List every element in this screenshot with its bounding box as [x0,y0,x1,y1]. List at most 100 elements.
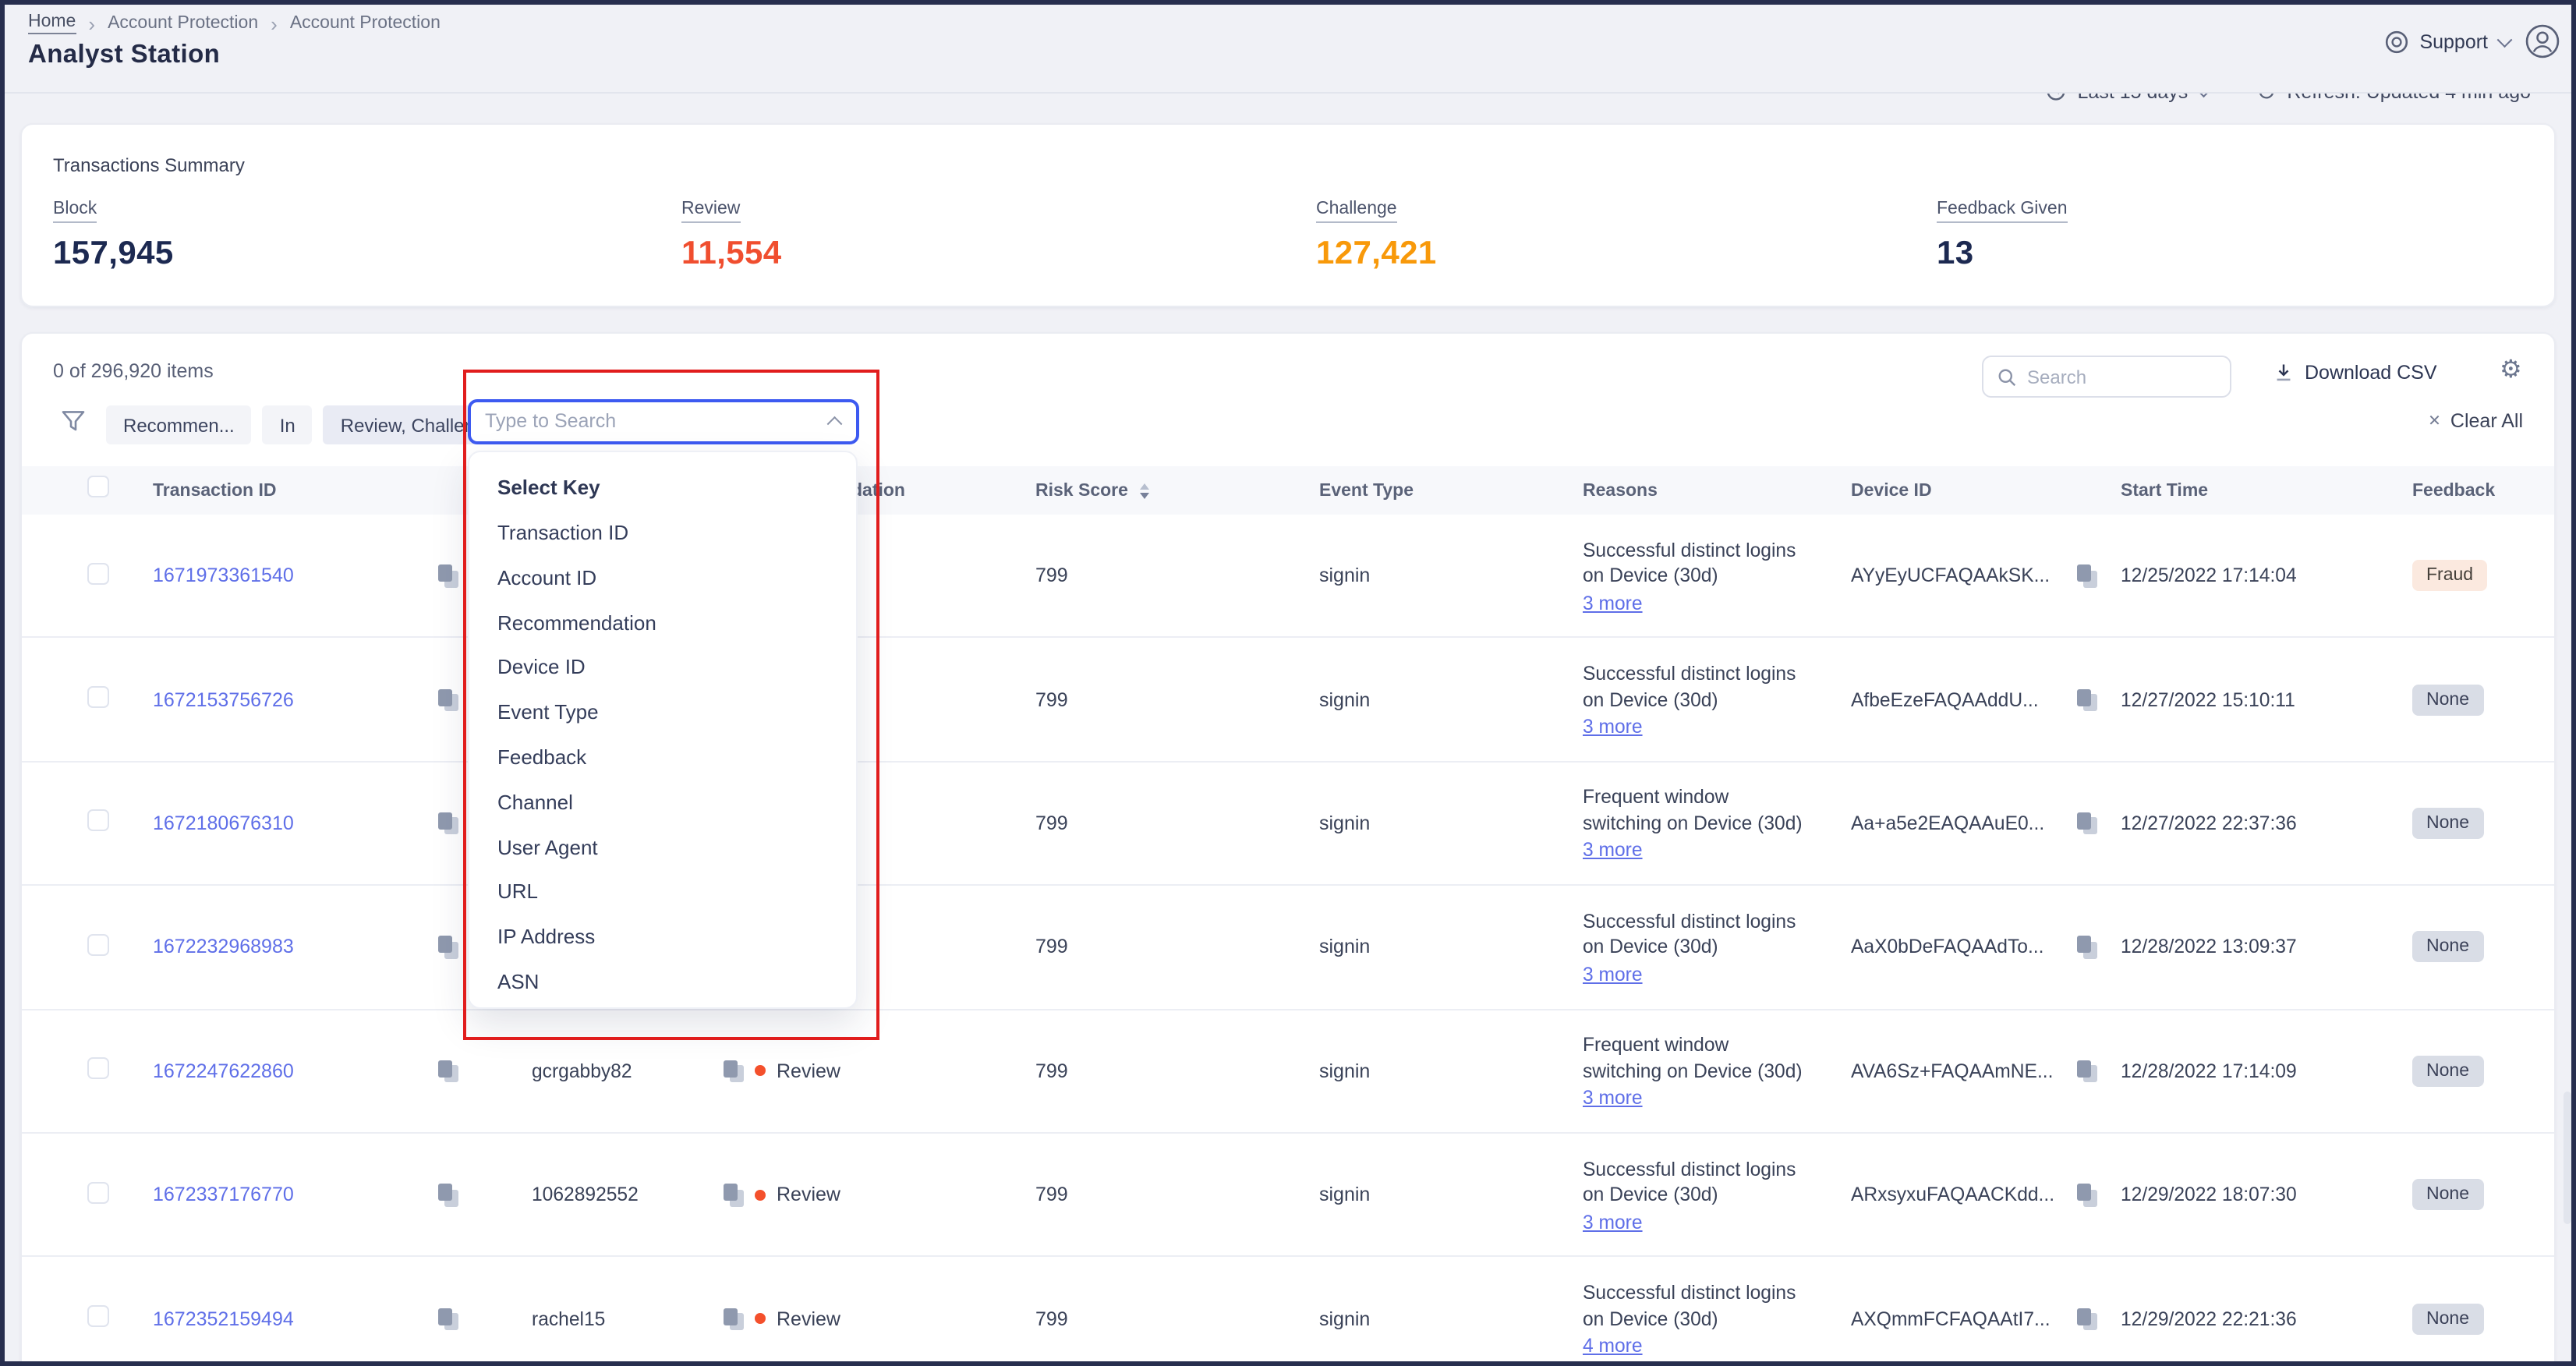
device-id-value: AYyEyUCFAQAAkSK... [1851,564,2050,586]
device-id-value: AVA6Sz+FAQAAmNE... [1851,1060,2053,1082]
event-type-value: signin [1319,812,1370,834]
search-icon [1997,367,2016,386]
metric-label[interactable]: Review [681,200,740,223]
reasons-cell: Successful distinct loginson Device (30d… [1562,515,1831,637]
copy-icon[interactable] [2077,812,2097,836]
event-type-cell: signin [1299,515,1562,637]
reason-text: Successful distinct loginson Device (30d… [1583,1156,1831,1208]
transaction-id-cell: 1672180676310 [133,763,511,885]
more-reasons-link[interactable]: 3 more [1583,1088,1643,1109]
key-search-combobox[interactable] [468,399,859,444]
key-search-input[interactable] [485,411,812,433]
copy-icon[interactable] [438,564,458,588]
dropdown-option[interactable]: URL [469,871,856,916]
risk-score-cell: 799 [1015,639,1299,761]
copy-icon[interactable] [2077,1184,2097,1207]
copy-icon[interactable] [2077,936,2097,960]
copy-icon[interactable] [438,688,458,712]
copy-icon[interactable] [438,936,458,960]
support-menu[interactable]: Support [2383,29,2509,54]
column-header-start[interactable]: Start Time [2100,481,2392,500]
metric-label[interactable]: Block [53,200,97,223]
transaction-id-link[interactable]: 1672352159494 [153,1308,294,1329]
copy-icon[interactable] [438,1184,458,1207]
column-header-risk[interactable]: Risk Score [1015,481,1299,500]
filter-chip[interactable]: In [263,405,313,444]
column-header-event[interactable]: Event Type [1299,481,1562,500]
row-checkbox-cell [67,562,133,589]
row-checkbox[interactable] [87,810,109,832]
feedback-cell: None [2392,1134,2554,1256]
more-reasons-link[interactable]: 4 more [1583,1335,1643,1357]
row-checkbox[interactable] [87,934,109,956]
start-time-cell: 12/29/2022 18:07:30 [2100,1134,2392,1256]
dropdown-option[interactable]: Feedback [469,736,856,781]
copy-icon[interactable] [438,812,458,836]
row-checkbox[interactable] [87,1181,109,1203]
download-csv-button[interactable]: Download CSV [2273,362,2437,384]
copy-icon[interactable] [438,1308,458,1331]
dropdown-option[interactable]: User Agent [469,826,856,871]
table-scrollbar[interactable] [2564,1092,2571,1224]
feedback-cell: None [2392,639,2554,761]
select-all-checkbox[interactable] [87,476,109,497]
dropdown-option[interactable]: Recommendation [469,601,856,646]
row-checkbox[interactable] [87,1305,109,1327]
dropdown-option[interactable]: IP Address [469,915,856,961]
transaction-id-link[interactable]: 1672180676310 [153,812,294,834]
more-reasons-link[interactable]: 3 more [1583,840,1643,862]
transaction-id-link[interactable]: 1672153756726 [153,688,294,710]
risk-score-value: 799 [1035,688,1068,710]
breadcrumb-home-link[interactable]: Home [28,12,76,34]
dropdown-option[interactable]: Device ID [469,646,856,692]
filter-chip[interactable]: Recommen... [106,405,252,444]
copy-icon[interactable] [438,1060,458,1084]
dropdown-option[interactable]: Transaction ID [469,511,856,557]
row-checkbox[interactable] [87,1058,109,1080]
transaction-id-link[interactable]: 1672232968983 [153,936,294,958]
transaction-id-link[interactable]: 1672337176770 [153,1184,294,1205]
device-id-value: AaX0bDeFAQAAdTo... [1851,936,2043,958]
copy-icon[interactable] [2077,564,2097,588]
column-header-reasons[interactable]: Reasons [1562,481,1831,500]
metric-label[interactable]: Feedback Given [1937,200,2068,223]
table-search-box[interactable] [1982,356,2231,398]
copy-icon[interactable] [2077,1060,2097,1084]
more-reasons-link[interactable]: 3 more [1583,716,1643,738]
more-reasons-link[interactable]: 3 more [1583,964,1643,986]
start-time-value: 12/28/2022 13:09:37 [2121,936,2297,958]
metric-label[interactable]: Challenge [1316,200,1397,223]
feedback-cell: None [2392,1258,2554,1366]
dropdown-option[interactable]: Account ID [469,557,856,602]
transaction-id-link[interactable]: 1672247622860 [153,1060,294,1082]
analyst-station-page: Last 15 days Refresh. Updated 4 min ago … [0,0,2576,1366]
more-reasons-link[interactable]: 3 more [1583,1211,1643,1233]
copy-icon[interactable] [2077,1308,2097,1331]
topbar: Home › Account Protection › Account Prot… [0,0,2576,93]
column-header-txn[interactable]: Transaction ID [133,481,511,500]
risk-score-value: 799 [1035,564,1068,586]
more-reasons-link[interactable]: 3 more [1583,592,1643,614]
copy-icon[interactable] [2077,688,2097,712]
start-time-value: 12/29/2022 18:07:30 [2121,1184,2297,1205]
breadcrumb-item[interactable]: Account Protection [108,14,258,33]
transaction-id-link[interactable]: 1671973361540 [153,564,294,586]
sort-icon[interactable] [1141,483,1150,498]
reason-text: Frequent windowswitching on Device (30d) [1583,785,1831,837]
reason-text: Successful distinct loginson Device (30d… [1583,909,1831,961]
dropdown-option[interactable]: Event Type [469,691,856,736]
user-avatar[interactable] [2525,23,2560,59]
recommendation-value: Review [777,1184,840,1205]
start-time-value: 12/27/2022 22:37:36 [2121,812,2297,834]
table-row: 16723371767701062892552Review799signinSu… [22,1134,2554,1258]
dropdown-option[interactable]: ASN [469,961,856,1006]
gear-icon[interactable]: ⚙ [2500,354,2522,385]
search-input[interactable] [2027,366,2216,388]
dropdown-option[interactable]: Channel [469,781,856,826]
clear-all-button[interactable]: ✕ Clear All [2428,410,2523,432]
row-checkbox[interactable] [87,686,109,708]
row-checkbox[interactable] [87,562,109,584]
column-header-device[interactable]: Device ID [1831,481,2100,500]
transactions-table-card: 0 of 296,920 items Download CSV ⚙ Recomm… [20,332,2556,1366]
column-header-feedback[interactable]: Feedback [2392,481,2554,500]
